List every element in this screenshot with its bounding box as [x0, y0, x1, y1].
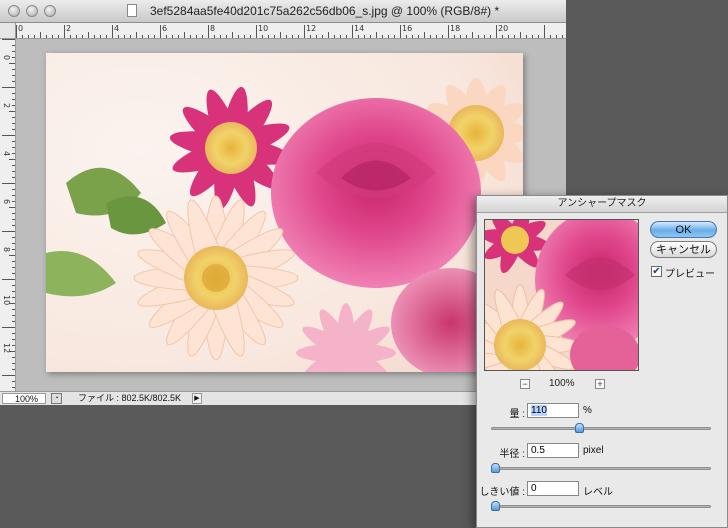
preview-image — [485, 220, 638, 370]
amount-value: 110 — [531, 405, 547, 416]
zoom-out-button[interactable]: − — [520, 379, 530, 389]
preview-checkbox[interactable]: ✔ — [651, 266, 662, 277]
document-image[interactable] — [46, 53, 523, 372]
vertical-ruler[interactable]: 0 2 4 6 8 10 12 — [0, 39, 16, 391]
horizontal-ruler[interactable]: 0 2 4 6 8 10 12 14 16 18 20 — [16, 23, 566, 39]
radius-unit: pixel — [583, 445, 604, 456]
amount-label: 量 : — [509, 409, 525, 420]
threshold-unit: レベル — [583, 487, 613, 498]
hruler-label: 4 — [114, 24, 120, 33]
vruler-label: 0 — [2, 55, 11, 61]
amount-unit: % — [583, 405, 592, 416]
cancel-button[interactable]: キャンセル — [650, 241, 717, 258]
hruler-label: 6 — [162, 24, 168, 33]
radius-input[interactable]: 0.5 — [527, 443, 579, 458]
amount-slider-track[interactable] — [491, 427, 711, 430]
document-title: 3ef5284aa5fe40d201c75a262c56db06_s.jpg @… — [150, 4, 500, 18]
hruler-label: 0 — [18, 24, 24, 33]
dialog-title[interactable]: アンシャープマスク — [477, 196, 727, 213]
hruler-label: 20 — [498, 24, 509, 33]
vruler-label: 2 — [2, 103, 11, 109]
threshold-input[interactable]: 0 — [527, 481, 579, 496]
filter-preview[interactable] — [484, 219, 639, 371]
zoom-field[interactable]: 100% — [2, 393, 46, 404]
hruler-label: 12 — [306, 24, 317, 33]
hruler-ticks-graphic — [16, 25, 563, 38]
minimize-window-icon[interactable] — [26, 5, 38, 17]
flower-photo — [46, 53, 523, 372]
close-window-icon[interactable] — [8, 5, 20, 17]
hruler-label: 10 — [258, 24, 269, 33]
file-icon — [127, 4, 137, 17]
vruler-label: 4 — [2, 151, 11, 157]
hruler-label: 14 — [354, 24, 365, 33]
vruler-label: 10 — [2, 295, 11, 306]
threshold-label: しきい値 : — [479, 487, 525, 498]
radius-slider-thumb[interactable] — [491, 463, 500, 473]
ruler-origin[interactable] — [0, 23, 16, 39]
file-size-info: ファイル : 802.5K/802.5K — [78, 393, 182, 403]
vruler-label: 12 — [2, 343, 11, 354]
zoom-in-button[interactable]: + — [595, 379, 605, 389]
preview-checkbox-label: プレビュー — [665, 269, 715, 280]
threshold-slider-track[interactable] — [491, 505, 711, 508]
vruler-label: 6 — [2, 199, 11, 205]
unsharp-mask-dialog: アンシャープマスク − 100% + OK キャンセル ✔ プレビュー 量: … — [476, 195, 728, 528]
status-menu-arrow-icon[interactable]: ▶ — [192, 393, 202, 404]
hruler-label: 16 — [402, 24, 413, 33]
vruler-label: 8 — [2, 247, 11, 253]
amount-slider-thumb[interactable] — [575, 423, 585, 433]
preview-zoom-level: 100% — [549, 378, 575, 389]
radius-slider-track[interactable] — [491, 467, 711, 470]
radius-label: 半径 : — [499, 449, 525, 460]
status-info-icon[interactable]: ◔ — [51, 393, 62, 404]
threshold-slider-thumb[interactable] — [491, 501, 500, 511]
checkmark-icon: ✔ — [652, 266, 661, 277]
document-titlebar[interactable]: 3ef5284aa5fe40d201c75a262c56db06_s.jpg @… — [0, 0, 566, 23]
vruler-ticks-graphic — [2, 39, 15, 388]
amount-input[interactable]: 110 — [527, 403, 579, 418]
ok-button[interactable]: OK — [650, 221, 717, 238]
hruler-label: 2 — [66, 24, 72, 33]
hruler-label: 8 — [210, 24, 216, 33]
zoom-window-icon[interactable] — [44, 5, 56, 17]
hruler-label: 18 — [450, 24, 461, 33]
